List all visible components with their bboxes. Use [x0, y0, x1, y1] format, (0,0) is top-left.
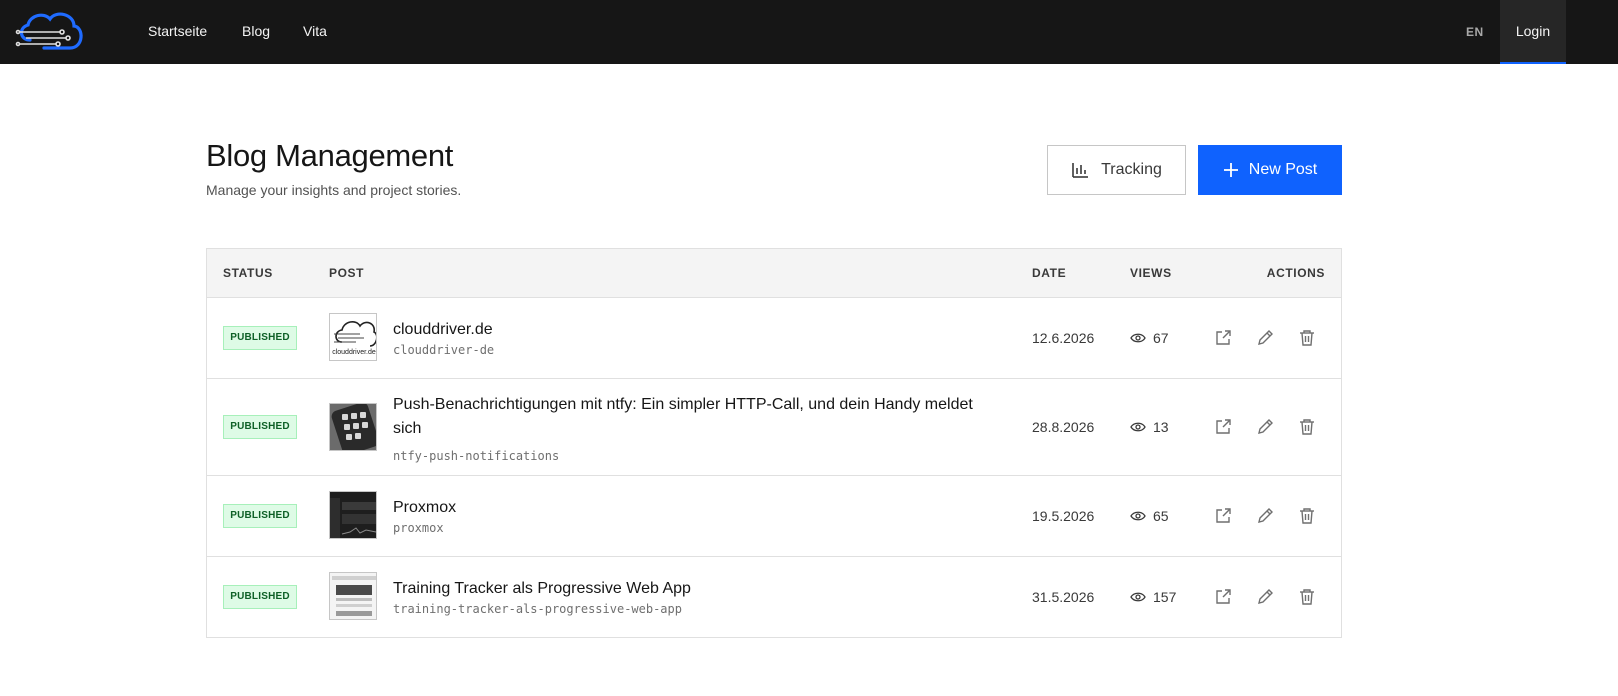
table-row: PUBLISHED Proxmox proxmox 19.5.2026 65 — [207, 476, 1341, 557]
post-slug: training-tracker-als-progressive-web-app — [393, 602, 682, 616]
views-count: 67 — [1153, 330, 1169, 346]
pencil-icon — [1258, 419, 1273, 434]
pencil-icon — [1258, 330, 1273, 345]
post-thumbnail[interactable]: clouddriver.de — [329, 313, 377, 361]
cloud-logo-icon: clouddriver.de — [332, 321, 376, 356]
open-post-button[interactable] — [1211, 415, 1235, 439]
trash-icon — [1300, 330, 1314, 346]
page-subtitle: Manage your insights and project stories… — [206, 182, 462, 198]
edit-post-button[interactable] — [1253, 415, 1277, 439]
delete-post-button[interactable] — [1295, 504, 1319, 528]
post-slug: ntfy-push-notifications — [393, 449, 560, 463]
table-header: STATUS POST DATE VIEWS ACTIONS — [207, 249, 1341, 298]
tracking-button[interactable]: Tracking — [1047, 145, 1186, 195]
views-count: 157 — [1153, 589, 1177, 605]
trash-icon — [1300, 508, 1314, 524]
table-row: PUBLISHED Training Tracker als Progressi… — [207, 557, 1341, 637]
column-header-status: STATUS — [223, 266, 273, 280]
status-badge: PUBLISHED — [223, 585, 297, 609]
trash-icon — [1300, 419, 1314, 435]
post-title[interactable]: Push-Benachrichtigungen mit ntfy: Ein si… — [393, 393, 993, 441]
post-date: 12.6.2026 — [1032, 330, 1095, 346]
open-post-button[interactable] — [1211, 585, 1235, 609]
post-slug: clouddriver-de — [393, 343, 495, 357]
status-badge: PUBLISHED — [223, 415, 297, 439]
post-title[interactable]: clouddriver.de — [393, 318, 493, 342]
pencil-icon — [1258, 508, 1273, 523]
external-link-icon — [1216, 589, 1231, 604]
nav-link-startseite[interactable]: Startseite — [148, 0, 207, 64]
svg-text:clouddriver.de: clouddriver.de — [332, 349, 376, 356]
new-post-button[interactable]: New Post — [1198, 145, 1342, 195]
table-row: PUBLISHED Push-Benachrichtigungen mit nt… — [207, 379, 1341, 476]
column-header-actions: ACTIONS — [1266, 266, 1325, 280]
delete-post-button[interactable] — [1295, 585, 1319, 609]
post-thumbnail[interactable] — [329, 572, 377, 620]
post-thumbnail[interactable] — [329, 491, 377, 539]
edit-post-button[interactable] — [1253, 585, 1277, 609]
views-count: 13 — [1153, 419, 1169, 435]
external-link-icon — [1216, 419, 1231, 434]
post-date: 19.5.2026 — [1032, 508, 1095, 524]
post-thumbnail[interactable] — [329, 403, 377, 451]
eye-icon — [1130, 592, 1146, 602]
post-views: 157 — [1130, 589, 1176, 605]
phone-screen-image — [330, 404, 376, 450]
external-link-icon — [1216, 508, 1231, 523]
plus-icon — [1223, 163, 1238, 177]
posts-table: STATUS POST DATE VIEWS ACTIONS PUBLISHED… — [206, 248, 1342, 638]
new-post-label: New Post — [1248, 161, 1318, 178]
views-count: 65 — [1153, 508, 1169, 524]
post-views: 65 — [1130, 508, 1169, 524]
top-navigation: Startseite Blog Vita EN Login — [0, 0, 1618, 64]
eye-icon — [1130, 333, 1146, 343]
cloud-logo-icon[interactable] — [14, 10, 86, 56]
post-title[interactable]: Proxmox — [393, 496, 456, 520]
edit-post-button[interactable] — [1253, 326, 1277, 350]
post-views: 13 — [1130, 419, 1169, 435]
column-header-post: POST — [329, 266, 365, 280]
eye-icon — [1130, 511, 1146, 521]
table-row: PUBLISHED clouddriver.de clouddriver.de … — [207, 298, 1341, 379]
post-views: 67 — [1130, 330, 1169, 346]
post-date: 31.5.2026 — [1032, 589, 1095, 605]
tracking-label: Tracking — [1101, 161, 1162, 178]
page-title: Blog Management — [206, 138, 454, 173]
post-title[interactable]: Training Tracker als Progressive Web App — [393, 577, 691, 601]
bar-chart-icon — [1072, 163, 1089, 178]
status-badge: PUBLISHED — [223, 326, 297, 350]
status-badge: PUBLISHED — [223, 504, 297, 528]
nav-link-vita[interactable]: Vita — [303, 0, 327, 64]
delete-post-button[interactable] — [1295, 415, 1319, 439]
nav-link-blog[interactable]: Blog — [242, 0, 270, 64]
trash-icon — [1300, 589, 1314, 605]
post-date: 28.8.2026 — [1032, 419, 1095, 435]
open-post-button[interactable] — [1211, 326, 1235, 350]
external-link-icon — [1216, 330, 1231, 345]
pencil-icon — [1258, 589, 1273, 604]
column-header-date: DATE — [1032, 266, 1067, 280]
post-slug: proxmox — [393, 521, 444, 535]
edit-post-button[interactable] — [1253, 504, 1277, 528]
column-header-views: VIEWS — [1130, 266, 1172, 280]
app-screenshot-image — [330, 573, 376, 619]
eye-icon — [1130, 422, 1146, 432]
delete-post-button[interactable] — [1295, 326, 1319, 350]
login-button[interactable]: Login — [1500, 0, 1566, 64]
open-post-button[interactable] — [1211, 504, 1235, 528]
language-switch[interactable]: EN — [1466, 0, 1484, 64]
dashboard-screenshot-image — [330, 492, 376, 538]
